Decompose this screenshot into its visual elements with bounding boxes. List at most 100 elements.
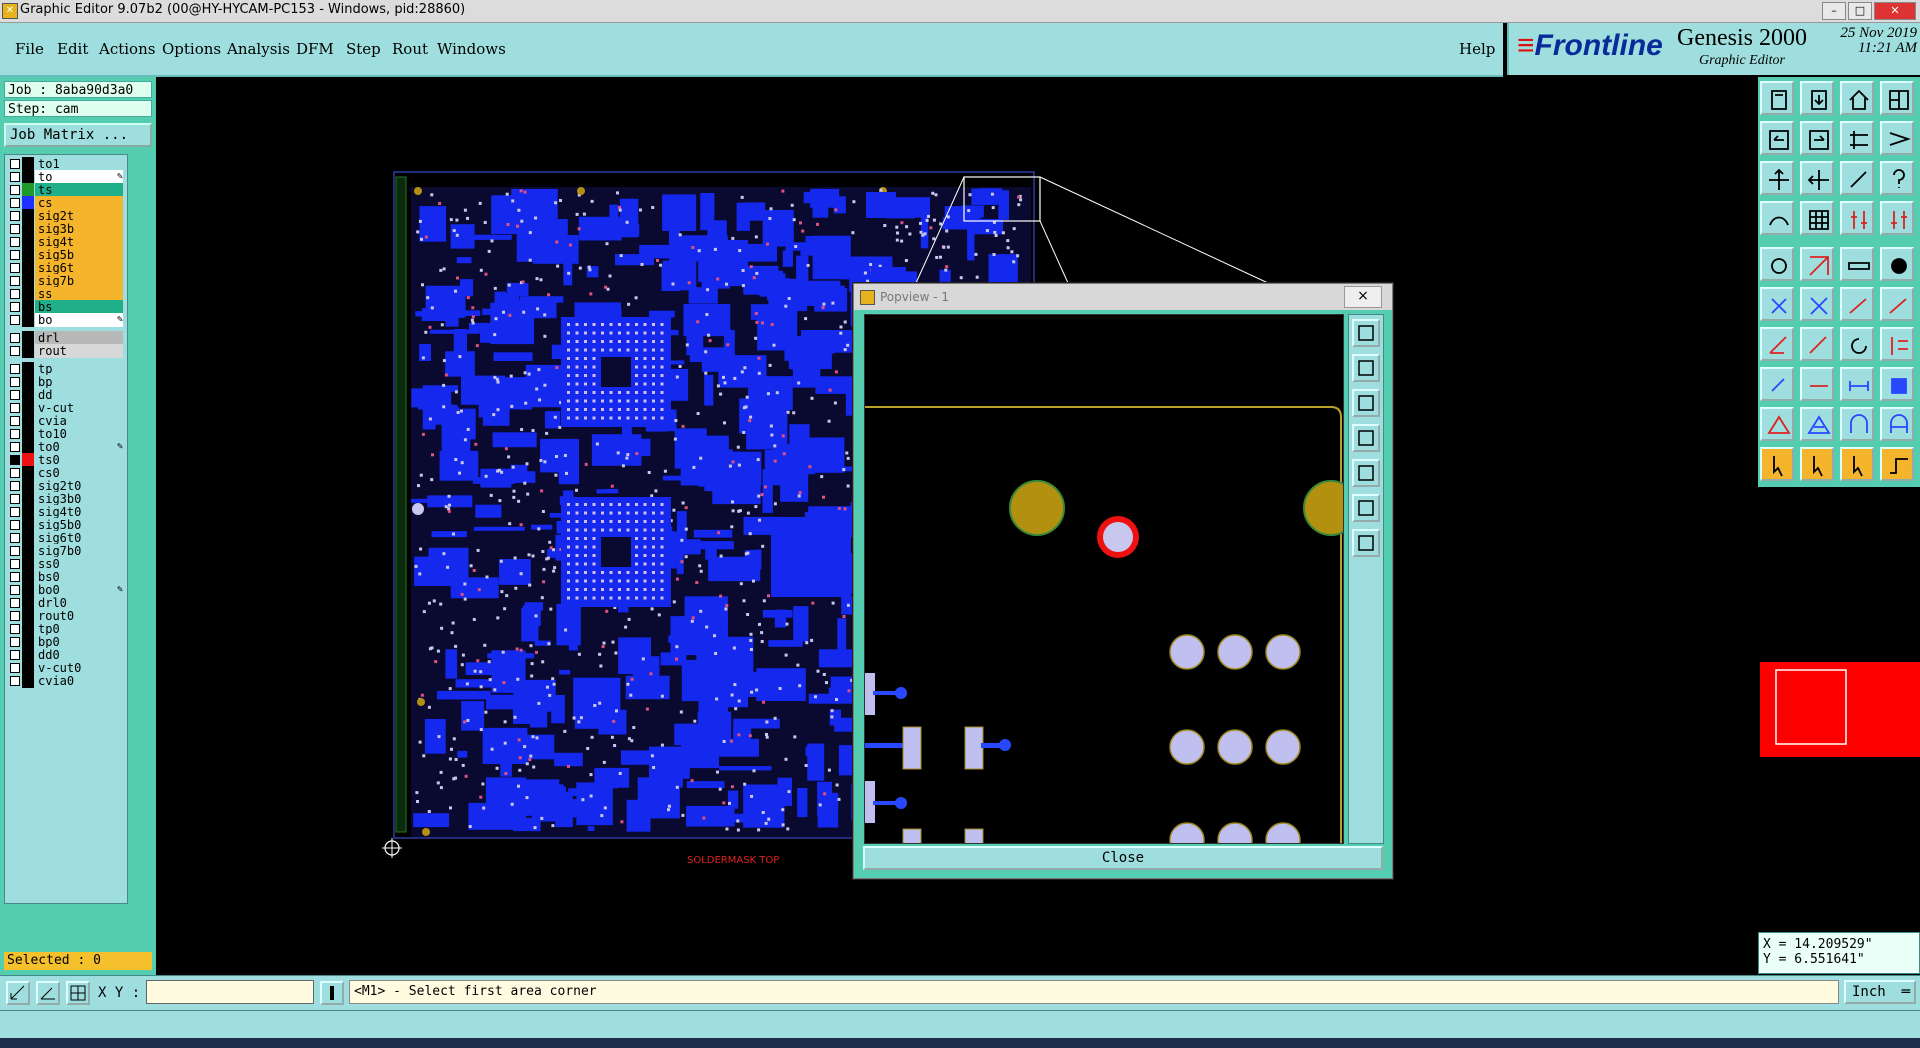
diag-tool-button[interactable]: [1800, 247, 1834, 281]
layer-color-swatch[interactable]: [22, 261, 34, 275]
layer-color-swatch[interactable]: [22, 157, 34, 171]
layer-row-sig7b[interactable]: sig7b: [7, 274, 125, 288]
layer-name[interactable]: rout: [35, 344, 123, 358]
layer-name[interactable]: ss0: [35, 557, 123, 571]
layer-checkbox[interactable]: [10, 520, 20, 530]
copy-tool-button[interactable]: [1880, 367, 1914, 401]
layer-name[interactable]: sig4t: [35, 235, 123, 249]
popview-canvas[interactable]: [864, 314, 1359, 858]
layer-list-scrollbar[interactable]: [130, 154, 152, 944]
popview-tool-button-7[interactable]: [1352, 529, 1380, 557]
layer-row-drl0[interactable]: drl0: [7, 596, 125, 610]
layer-color-swatch[interactable]: [22, 274, 34, 288]
layer-checkbox[interactable]: [10, 585, 20, 595]
maximize-button[interactable]: □: [1848, 2, 1872, 20]
line2-tool-button[interactable]: [1880, 287, 1914, 321]
layer-color-swatch[interactable]: [22, 492, 34, 506]
layer-checkbox[interactable]: [10, 403, 20, 413]
layer-name[interactable]: rout0: [35, 609, 123, 623]
align-tool-button[interactable]: [1880, 327, 1914, 361]
layer-color-swatch[interactable]: [22, 362, 34, 376]
layer-row-dd[interactable]: dd: [7, 388, 125, 402]
layer-row-bo0[interactable]: bo0 ✎: [7, 583, 125, 597]
layer-color-swatch[interactable]: [22, 544, 34, 558]
layer-checkbox[interactable]: [10, 333, 20, 343]
window-close-button[interactable]: ✕: [1874, 2, 1916, 20]
layer-checkbox[interactable]: [10, 237, 20, 247]
layer-row-sig7b0[interactable]: sig7b0: [7, 544, 125, 558]
layer-color-swatch[interactable]: [22, 635, 34, 649]
pointer3-tool-button[interactable]: [1840, 447, 1874, 481]
layer-checkbox[interactable]: [10, 224, 20, 234]
rotate-tool-button[interactable]: [1840, 327, 1874, 361]
layer-color-swatch[interactable]: [22, 313, 34, 327]
layer-color-swatch[interactable]: [22, 583, 34, 597]
layer-row-to0[interactable]: to0 ✎: [7, 440, 125, 454]
layer-color-swatch[interactable]: [22, 622, 34, 636]
layer-color-swatch[interactable]: [22, 453, 34, 467]
window-tool-button[interactable]: [1880, 81, 1914, 115]
layer-name[interactable]: cvia0: [35, 674, 123, 688]
layer-row-ss0[interactable]: ss0: [7, 557, 125, 571]
layer-checkbox[interactable]: [10, 637, 20, 647]
layer-name[interactable]: to0: [35, 440, 123, 454]
layer-checkbox[interactable]: [10, 211, 20, 221]
menu-windows[interactable]: Windows: [437, 40, 506, 58]
layer-row-bp0[interactable]: bp0: [7, 635, 125, 649]
layer-checkbox[interactable]: [10, 429, 20, 439]
layer-color-swatch[interactable]: [22, 557, 34, 571]
layer-name[interactable]: cs0: [35, 466, 123, 480]
layer-name[interactable]: cvia: [35, 414, 123, 428]
layer-row-bo[interactable]: bo ✎: [7, 313, 125, 327]
job-matrix-button[interactable]: Job Matrix ...: [4, 123, 152, 147]
layer-row-cvia0[interactable]: cvia0: [7, 674, 125, 688]
layer-checkbox[interactable]: [10, 416, 20, 426]
layer-checkbox[interactable]: [10, 572, 20, 582]
layer-row-sig4t0[interactable]: sig4t0: [7, 505, 125, 519]
layer-name[interactable]: bs0: [35, 570, 123, 584]
angle-mode-button[interactable]: [36, 981, 60, 1005]
line-tool-button[interactable]: [1840, 287, 1874, 321]
layer-name[interactable]: ts: [35, 183, 123, 197]
layer-color-swatch[interactable]: [22, 331, 34, 345]
route-tool-button[interactable]: [1880, 447, 1914, 481]
layer-name[interactable]: dd: [35, 388, 123, 402]
fit-tool-button[interactable]: [1760, 161, 1794, 195]
arrow-up-tool-button[interactable]: [1800, 407, 1834, 441]
layer-color-swatch[interactable]: [22, 287, 34, 301]
layer-color-swatch[interactable]: [22, 440, 34, 454]
layer-color-swatch[interactable]: [22, 661, 34, 675]
next-tool-button[interactable]: [1800, 121, 1834, 155]
layer-color-swatch[interactable]: [22, 183, 34, 197]
zoom-tool-button[interactable]: [1800, 161, 1834, 195]
layer-name[interactable]: v-cut: [35, 401, 123, 415]
layer-row-to1[interactable]: to1: [7, 157, 125, 171]
cross-tool-button[interactable]: [1800, 287, 1834, 321]
layer-checkbox[interactable]: [10, 559, 20, 569]
layer-row-ss[interactable]: ss: [7, 287, 125, 301]
popview-tool-button-3[interactable]: [1352, 389, 1380, 417]
layer-name[interactable]: sig6t: [35, 261, 123, 275]
menu-help[interactable]: Help: [1459, 40, 1495, 58]
menu-rout[interactable]: Rout: [392, 40, 428, 58]
layers2-tool-button[interactable]: [1880, 201, 1914, 235]
home-tool-button[interactable]: [1840, 81, 1874, 115]
layer-checkbox[interactable]: [10, 611, 20, 621]
layer-checkbox[interactable]: [10, 650, 20, 660]
layer-name[interactable]: tp: [35, 362, 123, 376]
node-tool-button[interactable]: [1760, 367, 1794, 401]
prev-tool-button[interactable]: [1760, 121, 1794, 155]
layer-checkbox[interactable]: [10, 346, 20, 356]
layer-row-sig2t0[interactable]: sig2t0: [7, 479, 125, 493]
help-tool-button[interactable]: [1880, 161, 1914, 195]
arc-tool-button[interactable]: [1840, 407, 1874, 441]
layer-row-sig3b[interactable]: sig3b: [7, 222, 125, 236]
layer-color-swatch[interactable]: [22, 388, 34, 402]
layer-checkbox[interactable]: [10, 185, 20, 195]
layer-checkbox[interactable]: [10, 276, 20, 286]
layer-name[interactable]: sig3b: [35, 222, 123, 236]
layer-row-sig6t[interactable]: sig6t: [7, 261, 125, 275]
popview-tool-button-6[interactable]: [1352, 494, 1380, 522]
layer-color-swatch[interactable]: [22, 427, 34, 441]
layer-color-swatch[interactable]: [22, 596, 34, 610]
